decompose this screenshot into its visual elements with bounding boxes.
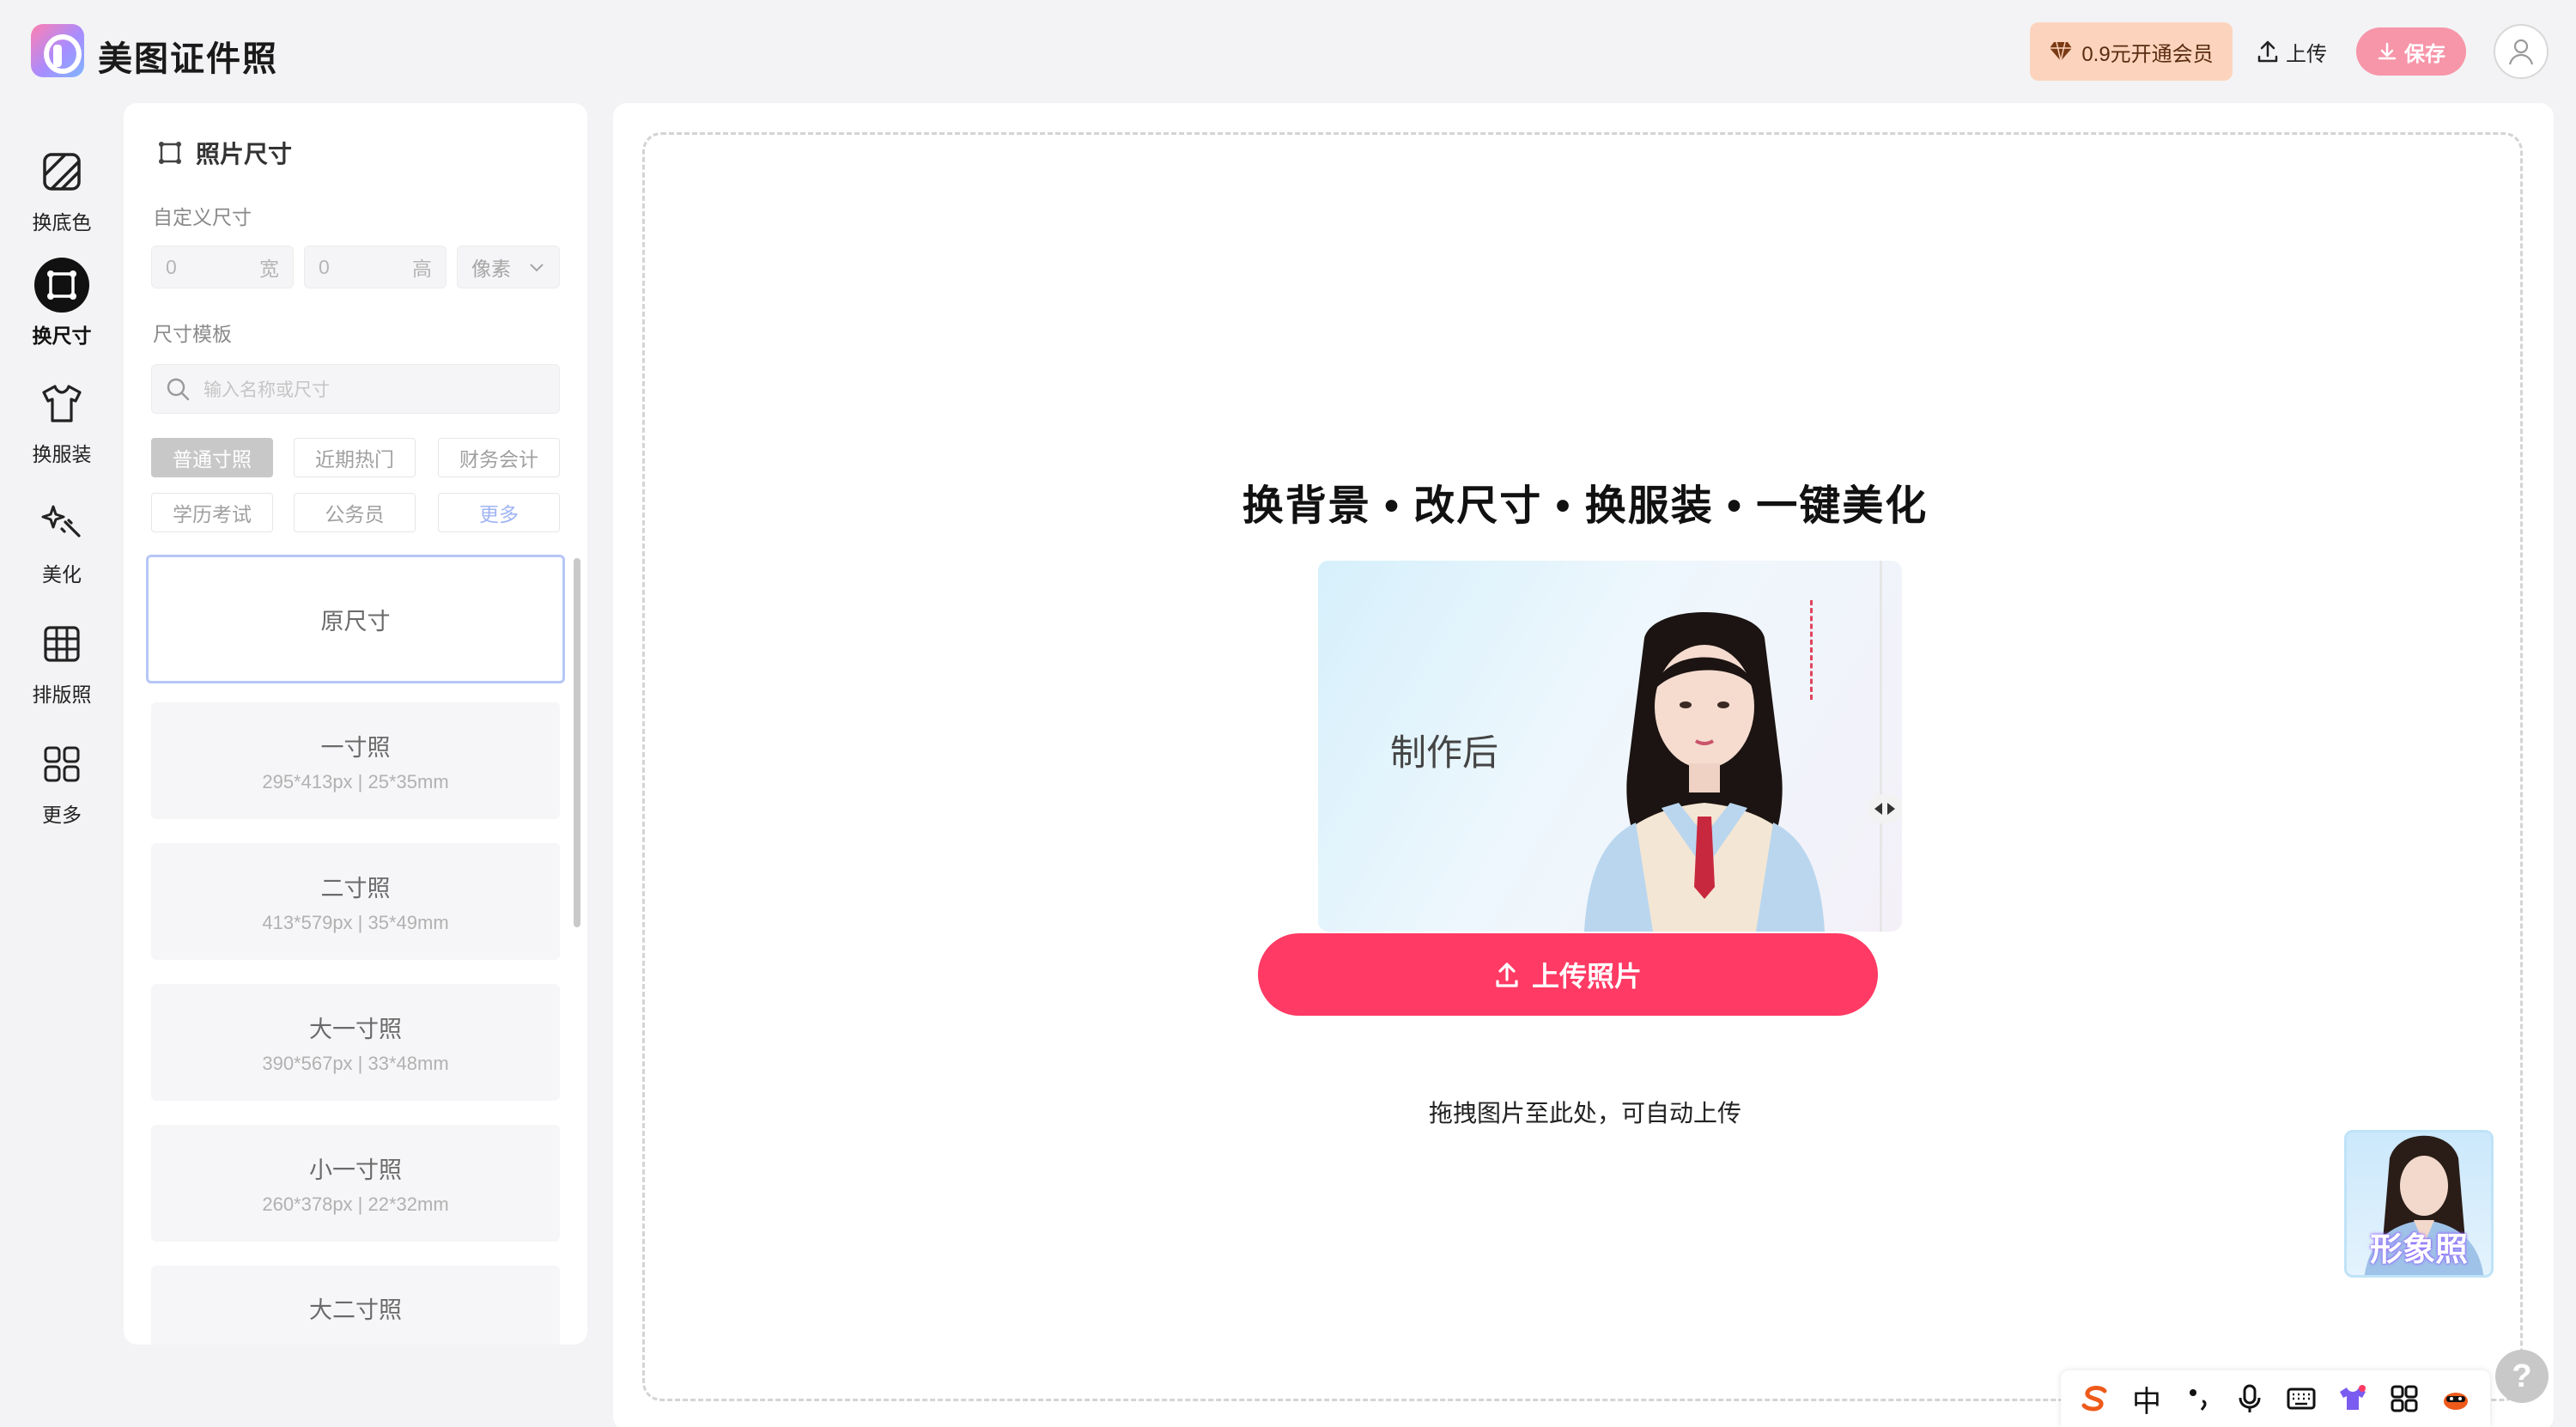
size-card-spec: 295*413px | 25*35mm bbox=[262, 770, 449, 792]
nav-item-beautify[interactable]: 美化 bbox=[0, 496, 124, 603]
height-value: 0 bbox=[319, 255, 330, 278]
app-logo bbox=[31, 24, 84, 77]
app-title: 美图证件照 bbox=[98, 40, 278, 78]
save-label: 保存 bbox=[2404, 42, 2445, 66]
portrait-promo-card[interactable]: 形象照 bbox=[2344, 1130, 2494, 1278]
size-card-small-1inch[interactable]: 小一寸照 260*378px | 22*32mm bbox=[151, 1125, 560, 1242]
width-input[interactable]: 0 宽 bbox=[151, 246, 294, 288]
vip-label: 0.9元开通会员 bbox=[2081, 42, 2214, 66]
size-card-large-2inch[interactable]: 大二寸照 bbox=[151, 1266, 560, 1345]
custom-size-label: 自定义尺寸 bbox=[153, 206, 252, 228]
tag-exam[interactable]: 学历考试 bbox=[151, 493, 273, 532]
width-unit-label: 宽 bbox=[259, 258, 279, 280]
download-icon bbox=[2378, 42, 2397, 60]
drag-hint: 拖拽图片至此处，可自动上传 bbox=[1428, 1100, 1741, 1126]
apps-icon bbox=[34, 737, 89, 792]
headline: 换背景 • 改尺寸 • 换服装 • 一键美化 bbox=[1242, 483, 1929, 529]
tag-more[interactable]: 更多 bbox=[438, 493, 560, 532]
nav-label: 美化 bbox=[42, 563, 82, 586]
upload-icon bbox=[1496, 962, 1518, 987]
main-workspace: 换背景 • 改尺寸 • 换服装 • 一键美化 制作后 上传照片 拖拽图片至此处，… bbox=[613, 103, 2554, 1427]
size-card-spec: 413*579px | 35*49mm bbox=[262, 911, 449, 933]
size-card-name: 一寸照 bbox=[320, 734, 391, 761]
before-after-preview[interactable]: 制作后 bbox=[1318, 561, 1902, 932]
size-card-name: 二寸照 bbox=[320, 875, 391, 902]
nav-label: 换尺寸 bbox=[32, 325, 92, 347]
compare-slider-handle[interactable] bbox=[1868, 794, 1902, 823]
tag-popular[interactable]: 近期热门 bbox=[294, 438, 416, 477]
height-unit-label: 高 bbox=[412, 258, 432, 280]
nav-label: 排版照 bbox=[32, 683, 92, 706]
diamond-icon bbox=[2050, 41, 2073, 62]
compare-guide-line bbox=[1810, 600, 1813, 700]
nav-item-clothes[interactable]: 换服装 bbox=[0, 376, 124, 483]
upload-photo-button[interactable]: 上传照片 bbox=[1258, 933, 1878, 1016]
tshirt-icon bbox=[34, 376, 89, 431]
size-card-large-1inch[interactable]: 大一寸照 390*567px | 33*48mm bbox=[151, 984, 560, 1101]
panel-title-text: 照片尺寸 bbox=[196, 141, 293, 167]
grid-icon[interactable] bbox=[2384, 1378, 2425, 1419]
nav-item-resize[interactable]: 换尺寸 bbox=[0, 258, 124, 364]
size-card-original[interactable]: 原尺寸 bbox=[146, 555, 565, 683]
compare-divider bbox=[1880, 561, 1882, 932]
sogou-icon[interactable] bbox=[2075, 1378, 2116, 1419]
background-color-icon bbox=[34, 144, 89, 199]
nav-label: 换服装 bbox=[32, 443, 92, 465]
portrait-image bbox=[1584, 612, 1825, 932]
user-icon bbox=[2508, 39, 2534, 65]
width-value: 0 bbox=[166, 255, 177, 278]
panel-title: 照片尺寸 bbox=[156, 136, 292, 170]
height-input[interactable]: 0 高 bbox=[304, 246, 447, 288]
nav-item-layout[interactable]: 排版照 bbox=[0, 616, 124, 723]
size-card-name: 大一寸照 bbox=[309, 1016, 402, 1042]
ime-language-toggle[interactable]: 中 bbox=[2126, 1378, 2167, 1419]
size-card-spec: 260*378px | 22*32mm bbox=[262, 1193, 449, 1215]
upload-dropzone[interactable]: 换背景 • 改尺寸 • 换服装 • 一键美化 制作后 上传照片 拖拽图片至此处，… bbox=[642, 132, 2523, 1401]
resize-icon bbox=[34, 258, 89, 313]
nav-item-more[interactable]: 更多 bbox=[0, 737, 124, 843]
user-avatar[interactable] bbox=[2494, 24, 2549, 79]
top-bar: 美图证件照 0.9元开通会员 上传 保存 bbox=[0, 0, 2576, 103]
skin-icon[interactable] bbox=[2332, 1378, 2373, 1419]
nav-label: 更多 bbox=[42, 804, 82, 826]
vip-membership-button[interactable]: 0.9元开通会员 bbox=[2030, 22, 2233, 81]
tag-common[interactable]: 普通寸照 bbox=[151, 438, 273, 477]
microphone-icon[interactable] bbox=[2229, 1378, 2270, 1419]
size-card-1inch[interactable]: 一寸照 295*413px | 25*35mm bbox=[151, 702, 560, 819]
panel-scrollbar[interactable] bbox=[574, 558, 580, 927]
size-card-name: 大二寸照 bbox=[309, 1297, 402, 1323]
promo-label: 形象照 bbox=[2369, 1232, 2468, 1268]
arrows-horizontal-icon bbox=[1874, 803, 1895, 815]
unit-select[interactable]: 像素 bbox=[457, 246, 560, 288]
tag-accounting[interactable]: 财务会计 bbox=[438, 438, 560, 477]
grid-layout-icon bbox=[34, 616, 89, 671]
upload-link[interactable]: 上传 bbox=[2257, 34, 2327, 69]
size-card-spec: 390*567px | 33*48mm bbox=[262, 1052, 449, 1074]
unit-select-value: 像素 bbox=[471, 258, 511, 280]
preview-label: 制作后 bbox=[1390, 732, 1499, 773]
search-placeholder: 输入名称或尺寸 bbox=[204, 380, 330, 400]
size-card-name: 小一寸照 bbox=[309, 1157, 402, 1183]
nav-item-background[interactable]: 换底色 bbox=[0, 144, 124, 251]
help-button[interactable]: ? bbox=[2495, 1350, 2549, 1403]
crop-frame-icon bbox=[159, 142, 181, 164]
tag-civil-servant[interactable]: 公务员 bbox=[294, 493, 416, 532]
size-card-name: 原尺寸 bbox=[320, 608, 391, 635]
size-card-2inch[interactable]: 二寸照 413*579px | 35*49mm bbox=[151, 843, 560, 960]
punctuation-icon[interactable] bbox=[2178, 1378, 2219, 1419]
upload-icon bbox=[2257, 40, 2278, 63]
size-settings-panel: 照片尺寸 自定义尺寸 0 宽 0 高 像素 尺寸模板 输入名称或尺寸 普通寸照 … bbox=[124, 103, 587, 1345]
nav-label: 换底色 bbox=[32, 211, 92, 234]
search-icon bbox=[167, 378, 190, 401]
upload-label: 上传 bbox=[2286, 42, 2327, 66]
save-button[interactable]: 保存 bbox=[2356, 27, 2466, 76]
mascot-icon[interactable] bbox=[2435, 1378, 2476, 1419]
ime-toolbar: 中 bbox=[2061, 1370, 2490, 1427]
sparkle-icon bbox=[34, 496, 89, 551]
template-label: 尺寸模板 bbox=[153, 323, 232, 345]
keyboard-icon[interactable] bbox=[2281, 1378, 2322, 1419]
template-search-input[interactable]: 输入名称或尺寸 bbox=[151, 364, 560, 414]
upload-photo-label: 上传照片 bbox=[1531, 961, 1642, 992]
chevron-down-icon bbox=[530, 264, 544, 272]
